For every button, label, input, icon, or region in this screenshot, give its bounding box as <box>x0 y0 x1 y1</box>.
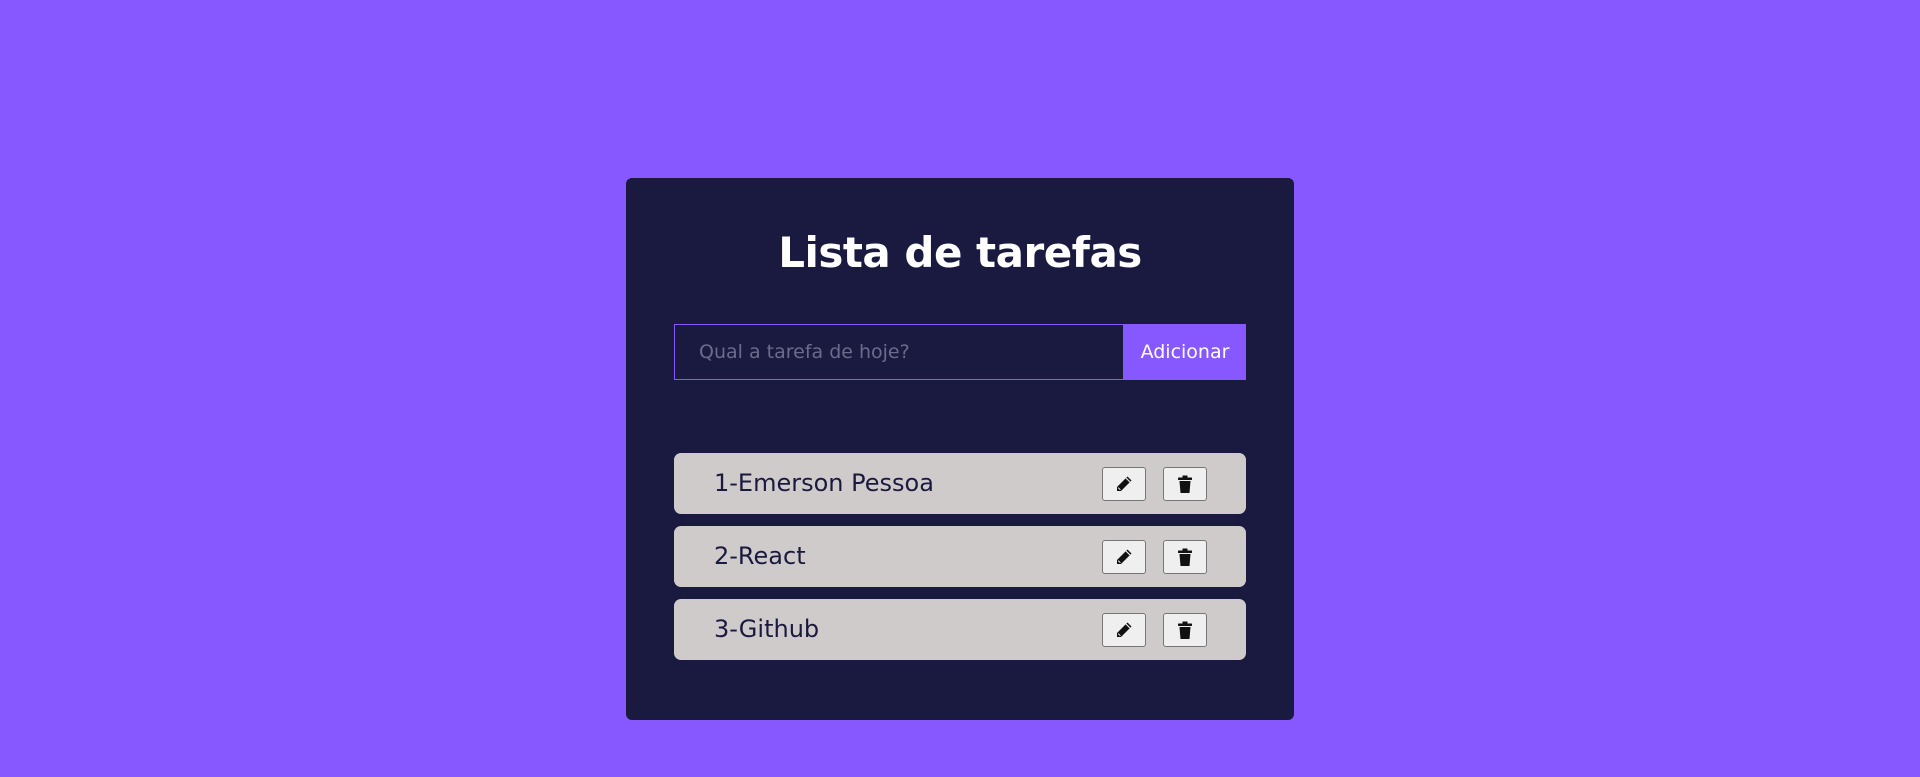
page-title: Lista de tarefas <box>778 228 1142 277</box>
task-label[interactable]: 2-React <box>714 526 806 587</box>
task-input[interactable] <box>674 324 1124 380</box>
pencil-icon <box>1114 547 1134 567</box>
task-item: 3-Github <box>674 599 1246 660</box>
task-item: 2-React <box>674 526 1246 587</box>
delete-task-button[interactable] <box>1163 540 1207 574</box>
task-list: 1-Emerson Pessoa 2-React 3-Github <box>674 453 1246 672</box>
pencil-icon <box>1114 620 1134 640</box>
edit-task-button[interactable] <box>1102 540 1146 574</box>
trash-icon <box>1175 620 1195 640</box>
trash-icon <box>1175 547 1195 567</box>
edit-task-button[interactable] <box>1102 467 1146 501</box>
edit-task-button[interactable] <box>1102 613 1146 647</box>
task-label[interactable]: 1-Emerson Pessoa <box>714 453 934 514</box>
todo-card: Lista de tarefas Adicionar 1-Emerson Pes… <box>626 178 1294 720</box>
add-task-form: Adicionar <box>674 324 1246 380</box>
trash-icon <box>1175 474 1195 494</box>
task-label[interactable]: 3-Github <box>714 599 819 660</box>
add-task-button[interactable]: Adicionar <box>1124 324 1246 380</box>
pencil-icon <box>1114 474 1134 494</box>
task-item: 1-Emerson Pessoa <box>674 453 1246 514</box>
delete-task-button[interactable] <box>1163 467 1207 501</box>
delete-task-button[interactable] <box>1163 613 1207 647</box>
